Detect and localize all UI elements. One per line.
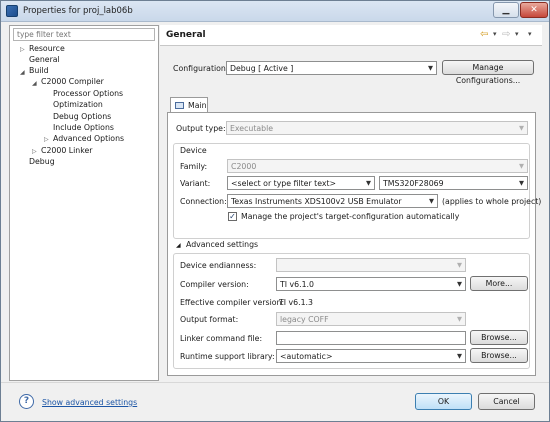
- app-icon: [6, 5, 18, 17]
- effective-compiler-label: Effective compiler version:: [180, 298, 285, 307]
- family-select[interactable]: C2000 ▼: [227, 159, 528, 173]
- dropdown-arrow-icon: ▼: [519, 162, 524, 170]
- view-menu-icon[interactable]: ▾: [528, 30, 532, 38]
- connection-label: Connection:: [180, 197, 227, 206]
- dropdown-arrow-icon: ▼: [366, 179, 371, 187]
- dropdown-arrow-icon: ▼: [457, 280, 462, 288]
- device-endianness-select[interactable]: ▼: [276, 258, 466, 272]
- forward-dropdown-icon[interactable]: ▾: [515, 30, 519, 38]
- tab-main[interactable]: Main: [170, 97, 208, 113]
- dropdown-arrow-icon: ▼: [429, 197, 434, 205]
- dialog-button-bar: ? Show advanced settings OK Cancel: [1, 382, 549, 421]
- back-arrow-icon[interactable]: ⇦: [480, 29, 488, 40]
- compiler-version-value: TI v6.1.0: [280, 280, 314, 289]
- dropdown-arrow-icon: ▼: [428, 64, 433, 72]
- family-value: C2000: [231, 162, 257, 171]
- advanced-settings-group: Device endianness: ▼ Compiler version: T…: [173, 253, 530, 369]
- configuration-label: Configuration:: [173, 64, 229, 73]
- connection-select[interactable]: Texas Instruments XDS100v2 USB Emulator …: [227, 194, 438, 208]
- tree-item-processor-options[interactable]: Processor Options: [53, 89, 123, 98]
- tree-item-c2000-compiler[interactable]: C2000 Compiler: [41, 77, 104, 86]
- expand-arrow-icon[interactable]: ▷: [32, 148, 37, 155]
- dropdown-arrow-icon: ▼: [519, 179, 524, 187]
- help-icon[interactable]: ?: [19, 394, 34, 409]
- linker-command-file-input[interactable]: [276, 331, 466, 345]
- output-type-label: Output type:: [176, 124, 226, 133]
- output-type-select[interactable]: Executable ▼: [226, 121, 528, 135]
- dropdown-arrow-icon: ▼: [519, 124, 524, 132]
- general-page: General ⇦ ▾ ⇨ ▾ ▾ Configuration: Debug […: [160, 25, 542, 381]
- output-format-select[interactable]: legacy COFF ▼: [276, 312, 466, 326]
- variant-filter-select[interactable]: <select or type filter text> ▼: [227, 176, 375, 190]
- tree-item-include-options[interactable]: Include Options: [53, 123, 114, 132]
- tree-item-build[interactable]: Build: [29, 66, 49, 75]
- filter-input[interactable]: [13, 28, 155, 41]
- manage-configurations-button[interactable]: Manage Configurations...: [442, 60, 534, 85]
- close-button[interactable]: ✕: [520, 2, 548, 18]
- variant-filter-value: <select or type filter text>: [231, 179, 337, 188]
- dropdown-arrow-icon: ▼: [457, 261, 462, 269]
- more-button[interactable]: More...: [470, 276, 528, 291]
- expand-arrow-icon[interactable]: ▷: [20, 46, 25, 53]
- dropdown-arrow-icon: ▼: [457, 315, 462, 323]
- page-header: General ⇦ ▾ ⇨ ▾ ▾: [160, 25, 542, 46]
- title-bar[interactable]: Properties for proj_lab06b ▁ ✕: [1, 1, 549, 22]
- runtime-library-select[interactable]: <automatic> ▼: [276, 349, 466, 363]
- properties-dialog: Properties for proj_lab06b ▁ ✕ ▷ Resourc…: [0, 0, 550, 422]
- runtime-browse-button[interactable]: Browse...: [470, 348, 528, 363]
- forward-arrow-icon[interactable]: ⇨: [502, 29, 510, 40]
- device-heading: Device: [180, 146, 207, 155]
- ok-button[interactable]: OK: [415, 393, 472, 410]
- main-tab-icon: [175, 102, 184, 109]
- minimize-button[interactable]: ▁: [493, 2, 519, 18]
- runtime-library-value: <automatic>: [280, 352, 333, 361]
- device-endianness-label: Device endianness:: [180, 261, 257, 270]
- collapse-arrow-icon[interactable]: ◢: [32, 80, 37, 87]
- tree-item-general[interactable]: General: [29, 55, 60, 64]
- connection-value: Texas Instruments XDS100v2 USB Emulator: [231, 197, 402, 206]
- tree-item-debug[interactable]: Debug: [29, 157, 55, 166]
- configuration-value: Debug [ Active ]: [230, 64, 294, 73]
- show-advanced-settings-link[interactable]: Show advanced settings: [42, 398, 137, 407]
- tree-item-resource[interactable]: Resource: [29, 44, 65, 53]
- page-title: General: [166, 30, 206, 40]
- properties-tree-panel: ▷ Resource General ◢ Build ◢ C2000 Compi…: [9, 25, 159, 381]
- dropdown-arrow-icon: ▼: [457, 352, 462, 360]
- cancel-button[interactable]: Cancel: [478, 393, 535, 410]
- tree-item-advanced-options[interactable]: Advanced Options: [53, 134, 124, 143]
- collapse-arrow-icon[interactable]: ◢: [20, 69, 25, 76]
- collapse-arrow-icon[interactable]: ◢: [176, 242, 181, 249]
- compiler-version-label: Compiler version:: [180, 280, 249, 289]
- output-format-value: legacy COFF: [280, 315, 329, 324]
- runtime-library-label: Runtime support library:: [180, 352, 275, 361]
- advanced-settings-heading[interactable]: Advanced settings: [186, 240, 258, 249]
- variant-value: TMS320F28069: [383, 179, 444, 188]
- compiler-version-select[interactable]: TI v6.1.0 ▼: [276, 277, 466, 291]
- expand-arrow-icon[interactable]: ▷: [44, 136, 49, 143]
- manage-target-config-checkbox[interactable]: ✓: [228, 212, 237, 221]
- manage-target-config-label: Manage the project's target-configuratio…: [241, 212, 460, 221]
- effective-compiler-value: TI v6.1.3: [279, 298, 313, 307]
- window-title: Properties for proj_lab06b: [23, 6, 133, 16]
- tree-item-debug-options[interactable]: Debug Options: [53, 112, 111, 121]
- tree-item-c2000-linker[interactable]: C2000 Linker: [41, 146, 92, 155]
- output-format-label: Output format:: [180, 315, 239, 324]
- output-type-value: Executable: [230, 124, 274, 133]
- tab-main-label: Main: [188, 101, 207, 110]
- main-tab-body: Output type: Executable ▼ Device Family:…: [167, 112, 541, 376]
- device-group: Device Family: C2000 ▼ Variant: <select …: [173, 143, 541, 239]
- variant-label: Variant:: [180, 179, 211, 188]
- configuration-select[interactable]: Debug [ Active ] ▼: [226, 61, 437, 75]
- linker-command-file-label: Linker command file:: [180, 334, 263, 343]
- tree-item-optimization[interactable]: Optimization: [53, 100, 103, 109]
- connection-note: (applies to whole project): [442, 197, 542, 206]
- back-dropdown-icon[interactable]: ▾: [493, 30, 497, 38]
- variant-select[interactable]: TMS320F28069 ▼: [379, 176, 528, 190]
- linker-browse-button[interactable]: Browse...: [470, 330, 528, 345]
- family-label: Family:: [180, 162, 208, 171]
